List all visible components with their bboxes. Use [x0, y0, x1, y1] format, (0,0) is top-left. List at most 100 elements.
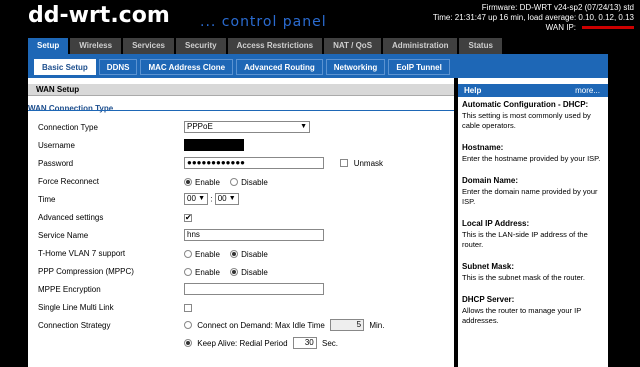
row-password: Password ●●●●●●●●●●●● Unmask [38, 157, 448, 171]
unmask-checkbox[interactable] [340, 159, 349, 167]
help-body: Automatic Configuration - DHCP: This set… [462, 100, 606, 338]
tab-access-restrictions[interactable]: Access Restrictions [227, 38, 323, 54]
help-panel: Help more... Automatic Configuration - D… [458, 78, 608, 367]
keep-alive-label: Keep Alive: Redial Period [197, 338, 288, 348]
connection-type-label: Connection Type [38, 123, 98, 132]
tab-wireless[interactable]: Wireless [70, 38, 122, 54]
password-label: Password [38, 159, 74, 168]
mppe-label: MPPE Encryption [38, 285, 101, 294]
connection-type-select[interactable]: PPPoE ▼ [184, 121, 310, 133]
sub-tab-bar: Basic Setup DDNS MAC Address Clone Advan… [28, 54, 608, 78]
help-more-link[interactable]: more... [575, 86, 600, 95]
vlan7-disable-radio[interactable] [230, 250, 239, 259]
max-idle-time-input[interactable]: 5 [330, 319, 365, 331]
chevron-down-icon: ▼ [228, 195, 236, 202]
connection-strategy-label: Connection Strategy [38, 321, 111, 330]
help-item-text: This is the subnet mask of the router. [462, 273, 585, 282]
wan-connection-fieldset: Connection Type PPPoE ▼ Username Passwor… [28, 110, 454, 367]
row-mppc: PPP Compression (MPPC) Enable Disable [38, 265, 448, 279]
header: dd-wrt.com ... control panel Firmware: D… [0, 0, 640, 36]
row-advanced-settings: Advanced settings ✔ [38, 211, 448, 225]
help-item-title: Local IP Address: [462, 219, 530, 228]
section-title: WAN Setup [36, 85, 80, 94]
force-reconnect-label: Force Reconnect [38, 177, 99, 186]
multilink-checkbox[interactable] [184, 303, 192, 312]
vlan7-disable-label: Disable [241, 249, 268, 259]
help-item-text: This is the LAN-side IP address of the r… [462, 230, 588, 249]
help-item-text: This setting is most commonly used by ca… [462, 111, 591, 130]
row-mppe: MPPE Encryption [38, 283, 448, 297]
mppc-label: PPP Compression (MPPC) [38, 267, 134, 276]
force-reconnect-disable-label: Disable [241, 177, 268, 187]
time-text: Time: 21:31:47 up 16 min, load average: … [432, 13, 634, 22]
connect-on-demand-label: Connect on Demand: Max Idle Time [197, 320, 325, 330]
vlan7-label: T-Home VLAN 7 support [38, 249, 126, 258]
service-name-input[interactable]: hns [184, 229, 324, 241]
connection-type-control: PPPoE ▼ [184, 121, 310, 135]
tab-administration[interactable]: Administration [383, 38, 458, 54]
help-item-text: Enter the hostname provided by your ISP. [462, 154, 601, 163]
force-reconnect-enable-label: Enable [195, 177, 220, 187]
redial-period-input[interactable]: 30 [292, 337, 317, 349]
help-header: Help more... [458, 84, 608, 97]
force-reconnect-enable-radio[interactable] [184, 178, 192, 187]
logo-sub-text: ... control panel [200, 14, 327, 30]
subtab-ddns[interactable]: DDNS [98, 59, 138, 75]
vlan7-enable-label: Enable [195, 249, 220, 259]
help-item-title: Automatic Configuration - DHCP: [462, 100, 589, 109]
help-item-title: Subnet Mask: [462, 262, 515, 271]
tab-security[interactable]: Security [176, 38, 226, 54]
wan-ip-redaction [582, 26, 634, 30]
tab-services[interactable]: Services [123, 38, 174, 54]
password-input[interactable]: ●●●●●●●●●●●● [184, 157, 324, 169]
connect-on-demand-radio[interactable] [184, 321, 192, 329]
tab-status[interactable]: Status [459, 38, 502, 54]
help-item-title: Hostname: [462, 143, 504, 152]
username-label: Username [38, 141, 75, 150]
mppc-disable-radio[interactable] [230, 268, 239, 277]
mppc-enable-radio[interactable] [184, 268, 192, 277]
help-item-title: DHCP Server: [462, 295, 515, 304]
force-reconnect-disable-radio[interactable] [230, 178, 239, 187]
connection-type-value: PPPoE [187, 122, 213, 131]
help-item: Local IP Address: This is the LAN-side I… [462, 219, 606, 250]
subtab-mac-address-clone[interactable]: MAC Address Clone [140, 59, 234, 75]
advanced-settings-checkbox[interactable]: ✔ [184, 213, 192, 222]
subtab-basic-setup[interactable]: Basic Setup [34, 59, 96, 75]
sub-tabs: Basic Setup DDNS MAC Address Clone Advan… [34, 59, 453, 75]
time-minute-select[interactable]: 00 ▼ [214, 193, 239, 205]
row-time: Time 00 ▼ : 00 ▼ [38, 193, 448, 207]
subtab-networking[interactable]: Networking [325, 59, 386, 75]
help-title: Help [464, 86, 482, 95]
time-label: Time [38, 195, 56, 204]
help-item: Hostname: Enter the hostname provided by… [462, 143, 606, 164]
tab-nat-qos[interactable]: NAT / QoS [324, 38, 382, 54]
tab-setup[interactable]: Setup [28, 38, 69, 54]
row-force-reconnect: Force Reconnect Enable Disable [38, 175, 448, 189]
row-connection-type: Connection Type PPPoE ▼ [38, 121, 448, 135]
vlan7-enable-radio[interactable] [184, 250, 192, 259]
logo-main-text: dd-wrt.com [28, 3, 170, 28]
time-minute-value: 00 [217, 194, 227, 203]
time-hour-select[interactable]: 00 ▼ [184, 193, 208, 205]
help-item: DHCP Server: Allows the router to manage… [462, 295, 606, 326]
subtab-eoip-tunnel[interactable]: EoIP Tunnel [388, 59, 450, 75]
unmask-label: Unmask [353, 158, 384, 168]
subtab-advanced-routing[interactable]: Advanced Routing [236, 59, 323, 75]
mppe-input[interactable] [184, 283, 324, 295]
wan-ip: WAN IP: [546, 23, 634, 32]
max-idle-time-unit: Min. [369, 320, 385, 330]
row-username: Username [38, 139, 448, 153]
keep-alive-radio[interactable] [184, 339, 192, 347]
content-panel: WAN Setup WAN Connection Type Connection… [28, 78, 454, 367]
section-header: WAN Setup [28, 84, 454, 96]
help-item: Domain Name: Enter the domain name provi… [462, 176, 606, 207]
main-tabs: Setup Wireless Services Security Access … [28, 38, 504, 54]
logo: dd-wrt.com [28, 3, 188, 34]
row-keep-alive: Keep Alive: Redial Period 30 Sec. [38, 337, 448, 351]
row-service-name: Service Name hns [38, 229, 448, 243]
mppc-enable-label: Enable [195, 267, 220, 277]
help-item-title: Domain Name: [462, 176, 519, 185]
username-input[interactable] [184, 139, 244, 151]
mppc-disable-label: Disable [241, 267, 268, 277]
